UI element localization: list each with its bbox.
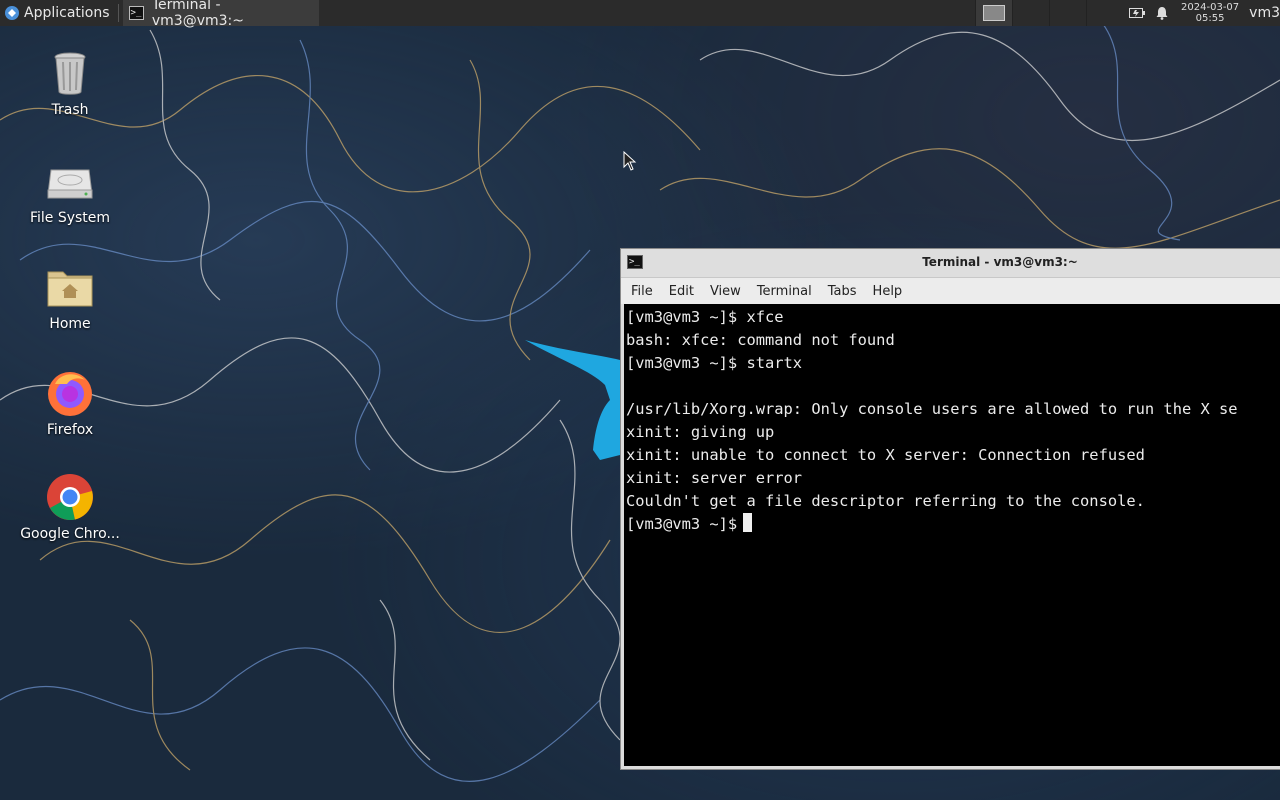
terminal-line: xinit: server error [626, 469, 803, 487]
taskbar-terminal-button[interactable]: >_ Terminal - vm3@vm3:~ [122, 0, 319, 29]
menu-view[interactable]: View [710, 284, 741, 299]
terminal-screen[interactable]: [vm3@vm3 ~]$ xfce bash: xfce: command not… [624, 304, 1280, 766]
trash-icon [54, 52, 86, 95]
menu-help[interactable]: Help [873, 284, 903, 299]
terminal-line: Couldn't get a file descriptor referring… [626, 492, 1145, 510]
chrome-icon [47, 474, 93, 521]
applications-label: Applications [24, 5, 110, 21]
terminal-title: Terminal - vm3@vm3:~ [922, 255, 1078, 269]
terminal-line: [vm3@vm3 ~]$ startx [626, 354, 803, 372]
desktop-icon-label: File System [29, 210, 111, 226]
terminal-line: /usr/lib/Xorg.wrap: Only console users a… [626, 400, 1238, 418]
firefox-icon [48, 372, 92, 416]
terminal-line: [vm3@vm3 ~]$ xfce [626, 308, 784, 326]
mouse-pointer-icon [623, 151, 637, 171]
menu-terminal[interactable]: Terminal [757, 284, 812, 299]
terminal-line: bash: xfce: command not found [626, 331, 895, 349]
workspace-4-button[interactable] [1086, 0, 1123, 26]
terminal-window[interactable]: >_ Terminal - vm3@vm3:~ File Edit View T… [620, 248, 1280, 770]
clock-time: 05:55 [1195, 13, 1225, 24]
desktop-icon-google-chrome[interactable]: Google Chro... [20, 472, 120, 542]
terminal-cursor [743, 513, 753, 532]
desktop-icon-file-system[interactable]: File System [20, 156, 120, 226]
terminal-menubar: File Edit View Terminal Tabs Help [621, 278, 1280, 304]
taskbar-terminal-label: Terminal - vm3@vm3:~ [151, 0, 244, 29]
workspace-2-button[interactable] [1012, 0, 1049, 26]
xfce-logo-icon [5, 6, 19, 20]
system-tray [1123, 0, 1175, 26]
desktop-icon-label: Home [49, 316, 91, 332]
workspace-3-button[interactable] [1049, 0, 1086, 26]
applications-menu-button[interactable]: Applications [0, 0, 114, 26]
drive-icon [47, 169, 93, 199]
user-menu[interactable]: vm3 [1245, 5, 1280, 21]
terminal-line: xinit: unable to connect to X server: Co… [626, 446, 1145, 464]
home-folder-icon [47, 271, 93, 307]
workspace-window-preview [983, 5, 1006, 21]
desktop-icon-home[interactable]: Home [20, 262, 120, 332]
wallpaper-mouse-shape [525, 340, 620, 460]
desktop-icon-trash[interactable]: Trash [20, 48, 120, 118]
top-panel: Applications >_ Terminal - vm3@vm3:~ 202… [0, 0, 1280, 29]
menu-tabs[interactable]: Tabs [828, 284, 857, 299]
terminal-prompt-line: [vm3@vm3 ~]$ [626, 513, 1280, 536]
menu-edit[interactable]: Edit [669, 284, 694, 299]
clock-date: 2024-03-07 [1181, 2, 1240, 13]
clock[interactable]: 2024-03-07 05:55 [1175, 2, 1245, 24]
desktop-icon-label: Trash [51, 102, 89, 118]
menu-file[interactable]: File [631, 284, 653, 299]
workspace-1-button[interactable] [975, 0, 1013, 26]
panel-separator [117, 4, 119, 22]
notification-bell-icon[interactable] [1155, 6, 1169, 20]
terminal-titlebar[interactable]: >_ Terminal - vm3@vm3:~ [621, 249, 1280, 278]
terminal-icon: >_ [128, 6, 144, 20]
terminal-prompt: [vm3@vm3 ~]$ [626, 515, 738, 533]
terminal-line: xinit: giving up [626, 423, 775, 441]
desktop-icon-label: Firefox [46, 422, 94, 438]
battery-icon[interactable] [1129, 7, 1146, 19]
desktop-icon-firefox[interactable]: Firefox [20, 368, 120, 438]
desktop-icon-label: Google Chro... [20, 526, 120, 542]
